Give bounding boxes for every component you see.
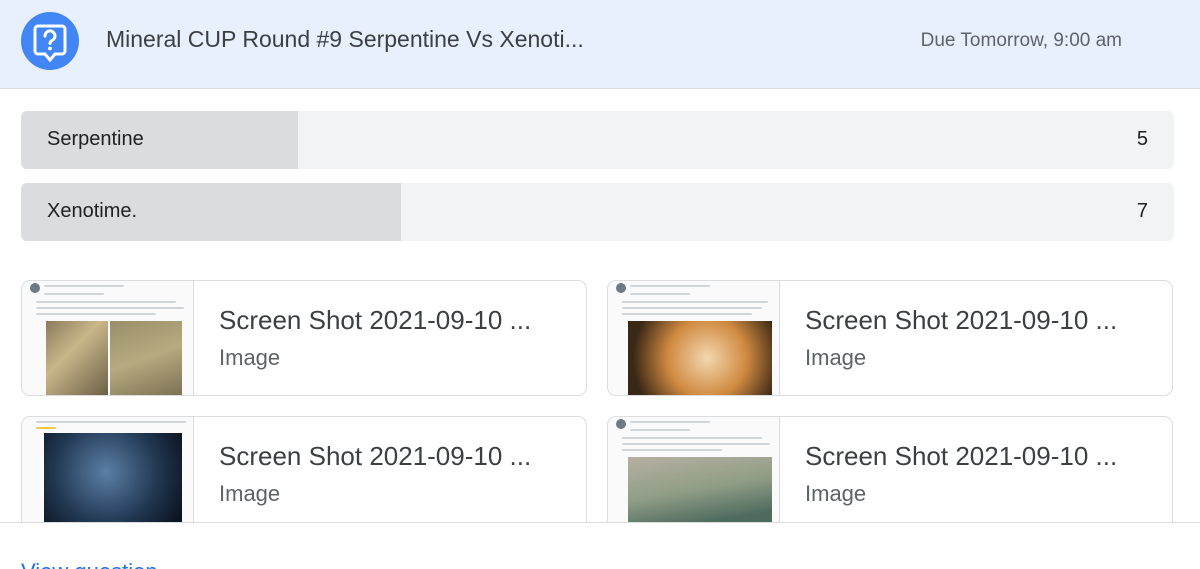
poll-option-label: Serpentine (47, 128, 144, 150)
poll-option-xenotime: Xenotime. 7 (21, 183, 1174, 241)
attachment-card[interactable]: Screen Shot 2021-09-10 ... Image (607, 416, 1173, 532)
poll-option-count: 7 (1136, 200, 1148, 222)
attachment-thumbnail (608, 417, 780, 531)
question-icon (21, 12, 79, 70)
attachment-thumbnail (608, 281, 780, 395)
attachment-name: Screen Shot 2021-09-10 ... (805, 305, 1118, 335)
poll-option-count: 5 (1136, 128, 1148, 150)
attachment-type: Image (219, 345, 281, 370)
attachment-name: Screen Shot 2021-09-10 ... (219, 305, 532, 335)
attachment-name: Screen Shot 2021-09-10 ... (219, 441, 532, 471)
assignment-header[interactable]: Mineral CUP Round #9 Serpentine Vs Xenot… (0, 0, 1200, 89)
poll-option-serpentine: Serpentine 5 (21, 111, 1174, 169)
assignment-title[interactable]: Mineral CUP Round #9 Serpentine Vs Xenot… (106, 26, 584, 53)
attachment-type: Image (219, 481, 281, 506)
card-footer: View question (0, 522, 1200, 569)
attachment-type: Image (805, 345, 867, 370)
attachment-name: Screen Shot 2021-09-10 ... (805, 441, 1118, 471)
poll-option-label: Xenotime. (47, 200, 138, 222)
attachment-thumbnail (22, 417, 194, 531)
attachment-type: Image (805, 481, 867, 506)
attachment-thumbnail (22, 281, 194, 395)
attachment-card[interactable]: Screen Shot 2021-09-10 ... Image (607, 280, 1173, 396)
attachment-card[interactable]: Screen Shot 2021-09-10 ... Image (21, 280, 587, 396)
attachment-card[interactable]: Screen Shot 2021-09-10 ... Image (21, 416, 587, 532)
due-date: Due Tomorrow, 9:00 am (920, 30, 1122, 51)
